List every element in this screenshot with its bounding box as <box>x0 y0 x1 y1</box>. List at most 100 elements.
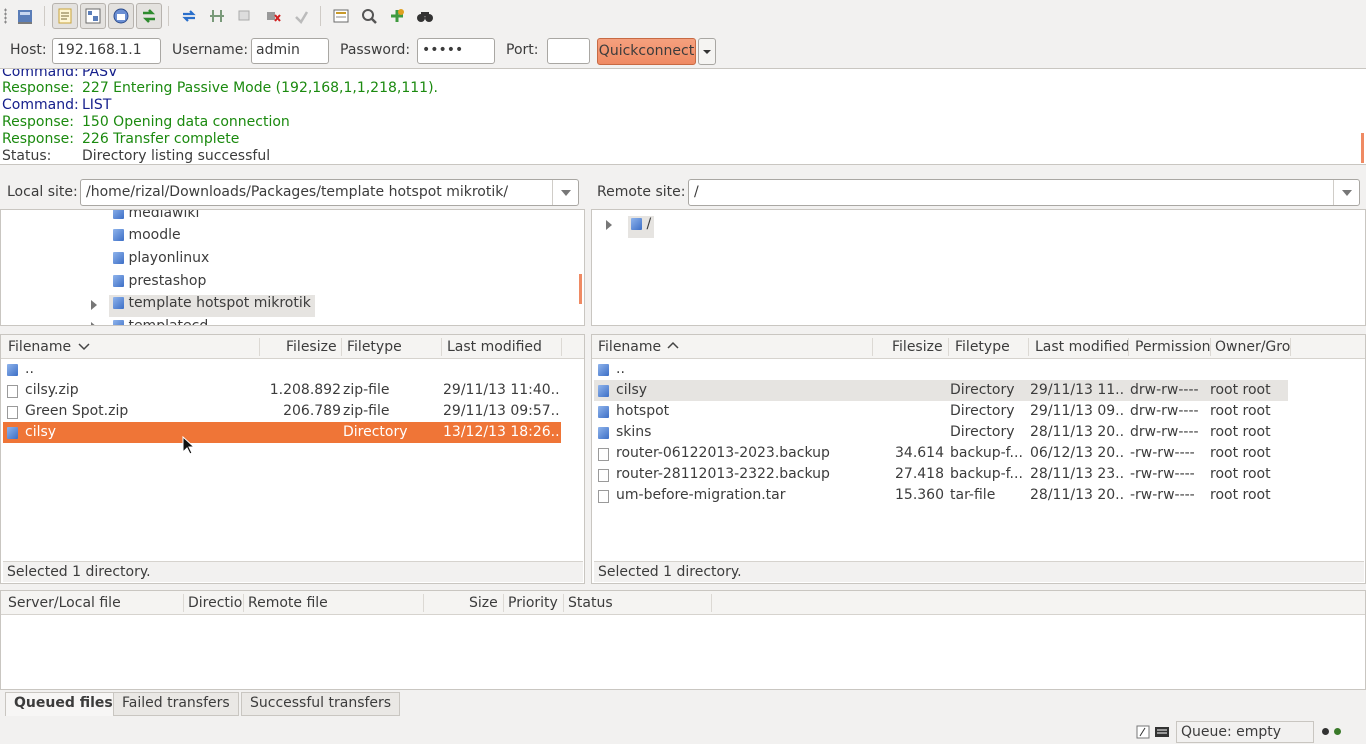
sort-descending-icon <box>78 343 90 351</box>
col-remote-file[interactable]: Remote file <box>248 595 328 611</box>
expand-arrow-icon[interactable] <box>91 322 97 325</box>
local-site-label: Local site: <box>7 184 78 200</box>
tree-item-root[interactable]: / <box>628 216 655 238</box>
tree-item[interactable]: mediawiki <box>113 210 199 227</box>
col-filename[interactable]: Filename <box>8 339 71 355</box>
port-field[interactable] <box>547 38 590 64</box>
tab-successful-transfers[interactable]: Successful transfers <box>241 692 401 716</box>
folder-icon <box>7 427 18 439</box>
col-server-local-file[interactable]: Server/Local file <box>8 595 121 611</box>
col-filename[interactable]: Filename <box>598 339 661 355</box>
table-row[interactable]: hotspot Directory 29/11/13 09... drw-rw-… <box>594 401 1288 422</box>
status-bar: Queue: empty <box>0 720 1366 744</box>
queue-header: Server/Local file Directio Remote file S… <box>1 591 1365 615</box>
tab-queued-files[interactable]: Queued files <box>5 692 122 716</box>
username-label: Username: <box>172 42 249 58</box>
password-field[interactable]: ••••• <box>417 38 495 64</box>
transfer-queue-icon[interactable] <box>136 3 162 29</box>
col-last-modified[interactable]: Last modified <box>1035 339 1130 355</box>
folder-open-icon <box>113 297 124 309</box>
username-field[interactable]: admin <box>251 38 329 64</box>
remote-status-text: Selected 1 directory. <box>594 561 1364 582</box>
file-icon <box>7 384 18 398</box>
site-manager-icon[interactable] <box>12 3 38 29</box>
table-row[interactable]: Green Spot.zip 206.789 zip-file 29/11/13… <box>3 401 561 422</box>
col-owner-group[interactable]: Owner/Gro <box>1215 339 1290 355</box>
tree-item[interactable]: playonlinux <box>113 250 209 272</box>
table-row[interactable]: skins Directory 28/11/13 20... drw-rw---… <box>594 422 1288 443</box>
expand-arrow-icon[interactable] <box>91 300 97 310</box>
remote-site-path[interactable]: / <box>688 179 1360 206</box>
quickconnect-history-button[interactable] <box>698 38 716 65</box>
queue-status: Queue: empty <box>1176 721 1314 743</box>
tab-failed-transfers[interactable]: Failed transfers <box>113 692 239 716</box>
file-icon <box>7 405 18 419</box>
tree-item-selected[interactable]: template hotspot mikrotik <box>109 295 315 317</box>
chevron-down-icon[interactable] <box>1333 180 1359 205</box>
col-filesize[interactable]: Filesize <box>286 339 337 355</box>
refresh-icon[interactable] <box>176 3 202 29</box>
folder-icon <box>631 218 642 230</box>
keyboard-icon[interactable] <box>1154 726 1170 738</box>
quickconnect-button[interactable]: Quickconnect <box>597 38 696 65</box>
chevron-down-icon[interactable] <box>552 180 578 205</box>
sync-browsing-icon[interactable] <box>384 3 410 29</box>
remote-directory-tree[interactable]: / <box>591 209 1366 326</box>
folder-icon <box>113 275 124 287</box>
col-filetype[interactable]: Filetype <box>955 339 1010 355</box>
directory-tree-icon[interactable] <box>80 3 106 29</box>
transfer-queue[interactable]: Server/Local file Directio Remote file S… <box>0 590 1366 690</box>
filter-indicator-icon[interactable] <box>1136 725 1150 739</box>
password-label: Password: <box>340 42 411 58</box>
host-label: Host: <box>10 42 47 58</box>
list-header: Filename Filesize Filetype Last modified… <box>592 335 1365 359</box>
col-status[interactable]: Status <box>568 595 613 611</box>
message-log-icon[interactable] <box>52 3 78 29</box>
tree-scrollbar[interactable] <box>579 274 582 304</box>
local-file-list[interactable]: Filename Filesize Filetype Last modified… <box>0 334 585 584</box>
file-icon <box>598 489 609 503</box>
expand-arrow-icon[interactable] <box>606 220 612 230</box>
table-row-selected[interactable]: cilsy Directory 13/12/13 18:26... <box>3 422 561 443</box>
folder-icon <box>113 252 124 264</box>
table-row[interactable]: .. <box>594 359 1288 380</box>
compare-directories-icon[interactable] <box>356 3 382 29</box>
toolbar-handle[interactable] <box>4 8 7 24</box>
col-filetype[interactable]: Filetype <box>347 339 402 355</box>
file-icon <box>598 468 609 482</box>
search-icon[interactable] <box>412 3 438 29</box>
remote-tree-icon[interactable] <box>108 3 134 29</box>
table-row[interactable]: cilsy.zip 1.208.892 zip-file 29/11/13 11… <box>3 380 561 401</box>
table-row[interactable]: um-before-migration.tar 15.360 tar-file … <box>594 485 1288 506</box>
local-directory-tree[interactable]: mediawiki moodle playonlinux prestashop … <box>0 209 585 326</box>
table-row[interactable]: router-06122013-2023.backup 34.614 backu… <box>594 443 1288 464</box>
local-site-path-text: /home/rizal/Downloads/Packages/template … <box>86 184 509 200</box>
file-icon <box>598 447 609 461</box>
reconnect-icon[interactable] <box>288 3 314 29</box>
table-row[interactable]: router-28112013-2322.backup 27.418 backu… <box>594 464 1288 485</box>
tree-item[interactable]: templatecd <box>113 318 208 325</box>
col-direction[interactable]: Directio <box>188 595 242 611</box>
col-size[interactable]: Size <box>469 595 498 611</box>
local-site-path[interactable]: /home/rizal/Downloads/Packages/template … <box>80 179 579 206</box>
log-scrollbar[interactable] <box>1361 133 1364 163</box>
col-permission[interactable]: Permission <box>1135 339 1211 355</box>
table-row[interactable]: .. <box>3 359 561 380</box>
message-log[interactable]: Command: PASV Response: 227 Entering Passi… <box>0 68 1366 165</box>
col-priority[interactable]: Priority <box>508 595 558 611</box>
host-field[interactable]: 192.168.1.1 <box>52 38 161 64</box>
receive-indicator-icon <box>1322 728 1329 735</box>
folder-icon <box>113 320 124 325</box>
tree-item[interactable]: moodle <box>113 227 181 249</box>
col-filesize[interactable]: Filesize <box>892 339 943 355</box>
disconnect-icon[interactable] <box>260 3 286 29</box>
process-queue-icon[interactable] <box>204 3 230 29</box>
port-label: Port: <box>506 42 539 58</box>
table-row-selected[interactable]: cilsy Directory 29/11/13 11... drw-rw---… <box>594 380 1288 401</box>
col-last-modified[interactable]: Last modified <box>447 339 542 355</box>
remote-file-list[interactable]: Filename Filesize Filetype Last modified… <box>591 334 1366 584</box>
directory-filter-icon[interactable] <box>328 3 354 29</box>
tree-item[interactable]: prestashop <box>113 273 206 295</box>
cancel-operation-icon[interactable] <box>232 3 258 29</box>
mouse-cursor-icon <box>182 436 196 455</box>
